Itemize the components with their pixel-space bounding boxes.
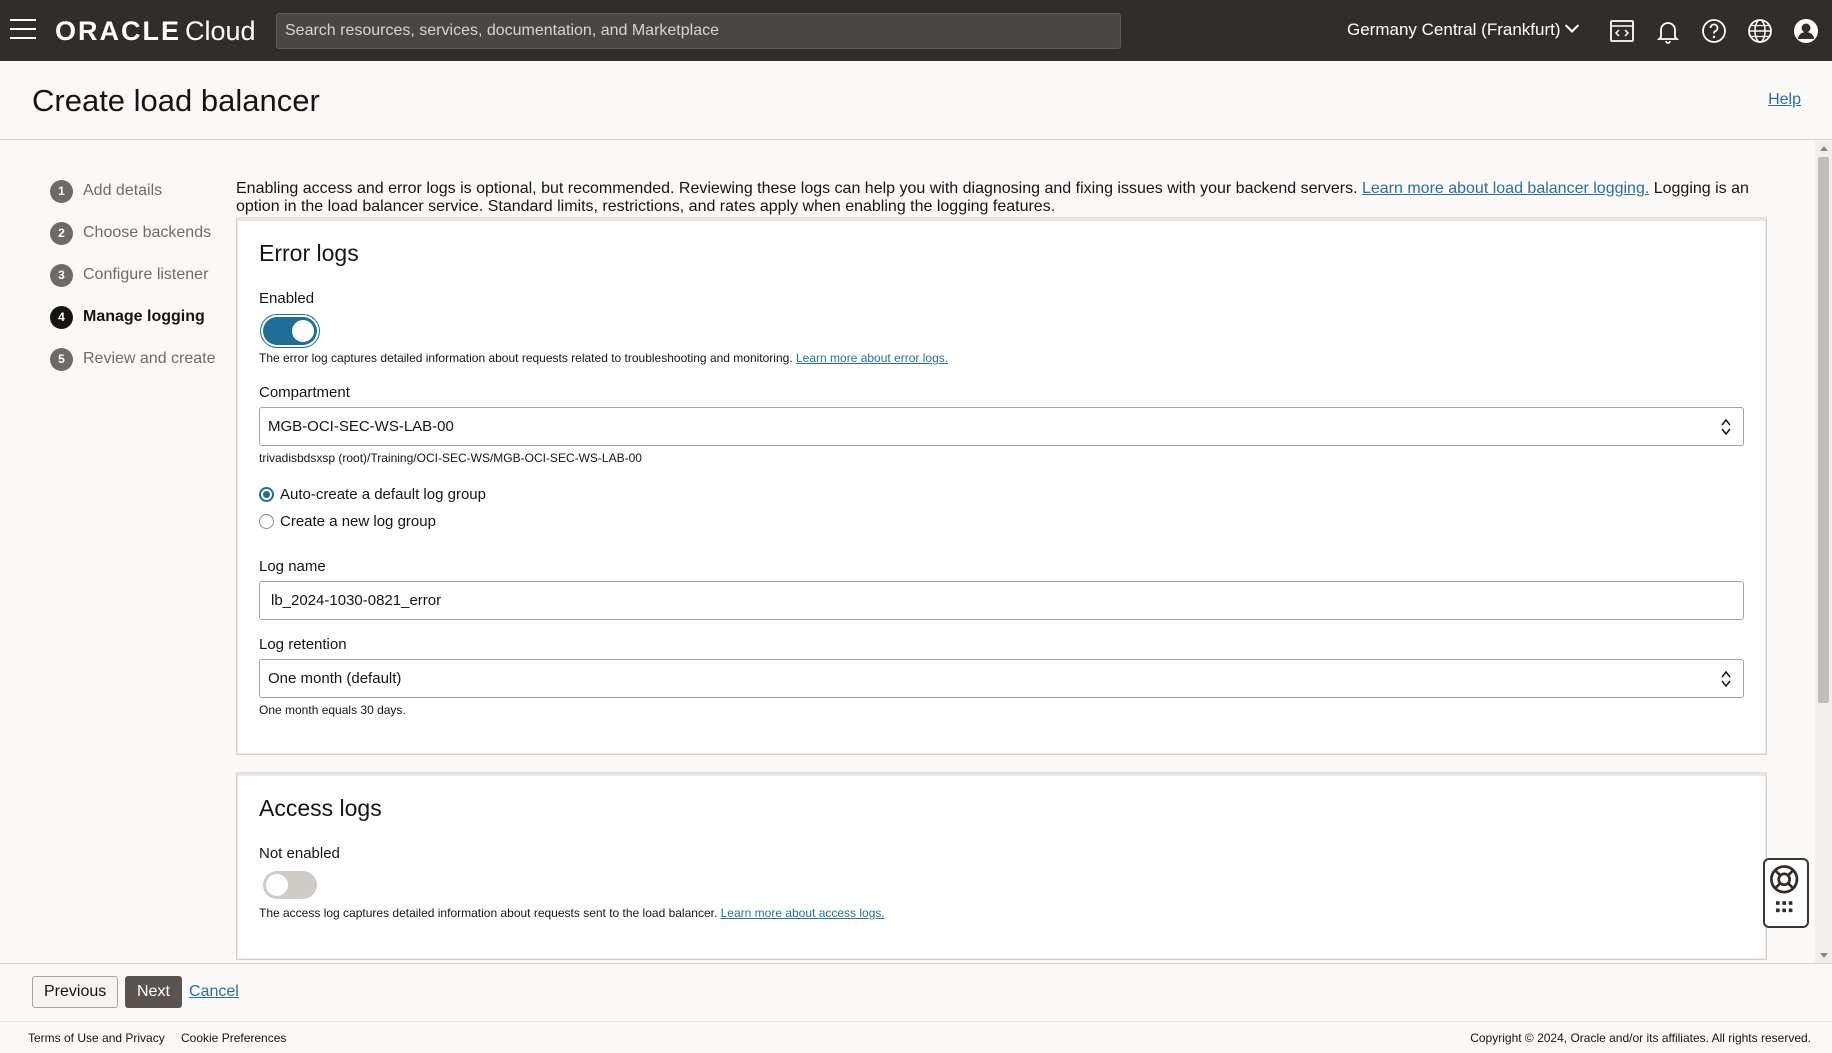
log-retention-select[interactable]: One month (default) bbox=[259, 659, 1744, 698]
step-label: Add details bbox=[83, 182, 163, 199]
step-number: 2 bbox=[50, 221, 73, 245]
step-number: 5 bbox=[50, 347, 73, 371]
step-label: Choose backends bbox=[83, 224, 212, 241]
step-label: Manage logging bbox=[83, 308, 205, 325]
bell-icon[interactable] bbox=[1654, 17, 1682, 45]
main-content: Enabling access and error logs is option… bbox=[236, 180, 1766, 216]
error-logs-toggle-label: Enabled bbox=[259, 290, 315, 307]
step-manage-logging[interactable]: 4 Manage logging bbox=[50, 296, 216, 338]
help-link[interactable]: Help bbox=[1768, 91, 1801, 109]
step-label: Configure listener bbox=[83, 266, 209, 283]
radio-create-new-log-group[interactable]: Create a new log group bbox=[259, 513, 436, 530]
lb-logging-link[interactable]: Learn more about load balancer logging. bbox=[1362, 180, 1649, 197]
cloud-shell-icon[interactable] bbox=[1608, 17, 1636, 45]
access-logs-toggle[interactable] bbox=[263, 871, 317, 899]
access-logs-toggle-label: Not enabled bbox=[259, 845, 340, 862]
menu-icon[interactable] bbox=[10, 19, 36, 41]
region-label: Germany Central (Frankfurt) bbox=[1347, 20, 1561, 39]
error-logs-hint: The error log captures detailed informat… bbox=[259, 351, 948, 365]
region-selector[interactable]: Germany Central (Frankfurt) bbox=[1347, 18, 1579, 40]
step-add-details[interactable]: 1 Add details bbox=[50, 170, 216, 212]
logo-oracle-text: ORACLE bbox=[55, 16, 181, 46]
cookie-preferences-link[interactable]: Cookie Preferences bbox=[181, 1031, 286, 1045]
step-number: 3 bbox=[50, 263, 73, 287]
page-footer: Terms of Use and Privacy Cookie Preferen… bbox=[0, 1021, 1832, 1053]
user-avatar-icon[interactable] bbox=[1792, 17, 1820, 45]
intro-text: Enabling access and error logs is option… bbox=[236, 180, 1766, 216]
compartment-select[interactable]: MGB-OCI-SEC-WS-LAB-00 bbox=[259, 407, 1744, 446]
compartment-path: trivadisbdsxsp (root)/Training/OCI-SEC-W… bbox=[259, 451, 642, 465]
logo-cloud-text: Cloud bbox=[185, 16, 256, 46]
error-logs-toggle[interactable] bbox=[263, 317, 317, 345]
radio-auto-create-log-group[interactable]: Auto-create a default log group bbox=[259, 486, 486, 503]
log-retention-hint: One month equals 30 days. bbox=[259, 703, 406, 717]
oracle-cloud-logo[interactable]: ORACLE Cloud bbox=[55, 16, 256, 47]
log-name-input[interactable] bbox=[259, 581, 1744, 620]
step-review-and-create[interactable]: 5 Review and create bbox=[50, 338, 216, 380]
error-logs-hint-text: The error log captures detailed informat… bbox=[259, 351, 796, 365]
lifebuoy-icon bbox=[1770, 865, 1799, 913]
step-number: 1 bbox=[50, 179, 73, 203]
log-name-label: Log name bbox=[259, 558, 326, 575]
radio-dot bbox=[259, 487, 274, 502]
help-icon[interactable] bbox=[1700, 17, 1728, 45]
step-label: Review and create bbox=[83, 350, 216, 367]
access-logs-card: Access logs Not enabled The access log c… bbox=[236, 772, 1767, 960]
radio-dot bbox=[259, 514, 274, 529]
globe-icon[interactable] bbox=[1746, 17, 1774, 45]
access-logs-hint-text: The access log captures detailed informa… bbox=[259, 906, 721, 920]
content-scrollbar[interactable] bbox=[1815, 141, 1832, 963]
compartment-label: Compartment bbox=[259, 384, 350, 401]
scroll-down-arrow-icon[interactable] bbox=[1820, 953, 1828, 958]
help-widget[interactable] bbox=[1763, 858, 1809, 928]
step-configure-listener[interactable]: 3 Configure listener bbox=[50, 254, 216, 296]
select-arrows-icon bbox=[1721, 418, 1731, 436]
access-logs-learn-more-link[interactable]: Learn more about access logs. bbox=[721, 906, 885, 920]
next-button[interactable]: Next bbox=[125, 976, 182, 1008]
top-navigation-bar: ORACLECloud Germany Central (Frankfurt) bbox=[0, 0, 1832, 61]
page-title: Create load balancer bbox=[32, 83, 320, 118]
page-header: Create load balancer Help bbox=[0, 61, 1832, 140]
cancel-link[interactable]: Cancel bbox=[189, 983, 239, 1001]
error-logs-card: Error logs Enabled The error log capture… bbox=[236, 217, 1767, 755]
wizard-steps: 1 Add details 2 Choose backends 3 Config… bbox=[50, 170, 216, 380]
log-retention-label: Log retention bbox=[259, 636, 347, 653]
scrollbar-thumb[interactable] bbox=[1818, 157, 1829, 703]
scroll-up-arrow-icon[interactable] bbox=[1820, 146, 1828, 151]
wizard-action-bar: Previous Next Cancel bbox=[0, 963, 1832, 1020]
terms-link[interactable]: Terms of Use and Privacy bbox=[28, 1031, 165, 1045]
compartment-value: MGB-OCI-SEC-WS-LAB-00 bbox=[268, 418, 454, 435]
copyright-text: Copyright © 2024, Oracle and/or its affi… bbox=[1470, 1031, 1811, 1045]
step-number: 4 bbox=[50, 305, 73, 329]
search-input[interactable] bbox=[276, 13, 1121, 49]
error-logs-learn-more-link[interactable]: Learn more about error logs. bbox=[796, 351, 948, 365]
step-choose-backends[interactable]: 2 Choose backends bbox=[50, 212, 216, 254]
previous-button[interactable]: Previous bbox=[32, 976, 119, 1008]
chevron-down-icon bbox=[1564, 18, 1579, 33]
radio-new-label: Create a new log group bbox=[280, 513, 436, 530]
intro-text-before: Enabling access and error logs is option… bbox=[236, 180, 1362, 197]
radio-auto-label: Auto-create a default log group bbox=[280, 486, 486, 503]
access-logs-title: Access logs bbox=[259, 795, 382, 821]
log-retention-value: One month (default) bbox=[268, 670, 402, 687]
select-arrows-icon bbox=[1721, 670, 1731, 688]
access-logs-hint: The access log captures detailed informa… bbox=[259, 906, 885, 920]
error-logs-title: Error logs bbox=[259, 240, 359, 266]
